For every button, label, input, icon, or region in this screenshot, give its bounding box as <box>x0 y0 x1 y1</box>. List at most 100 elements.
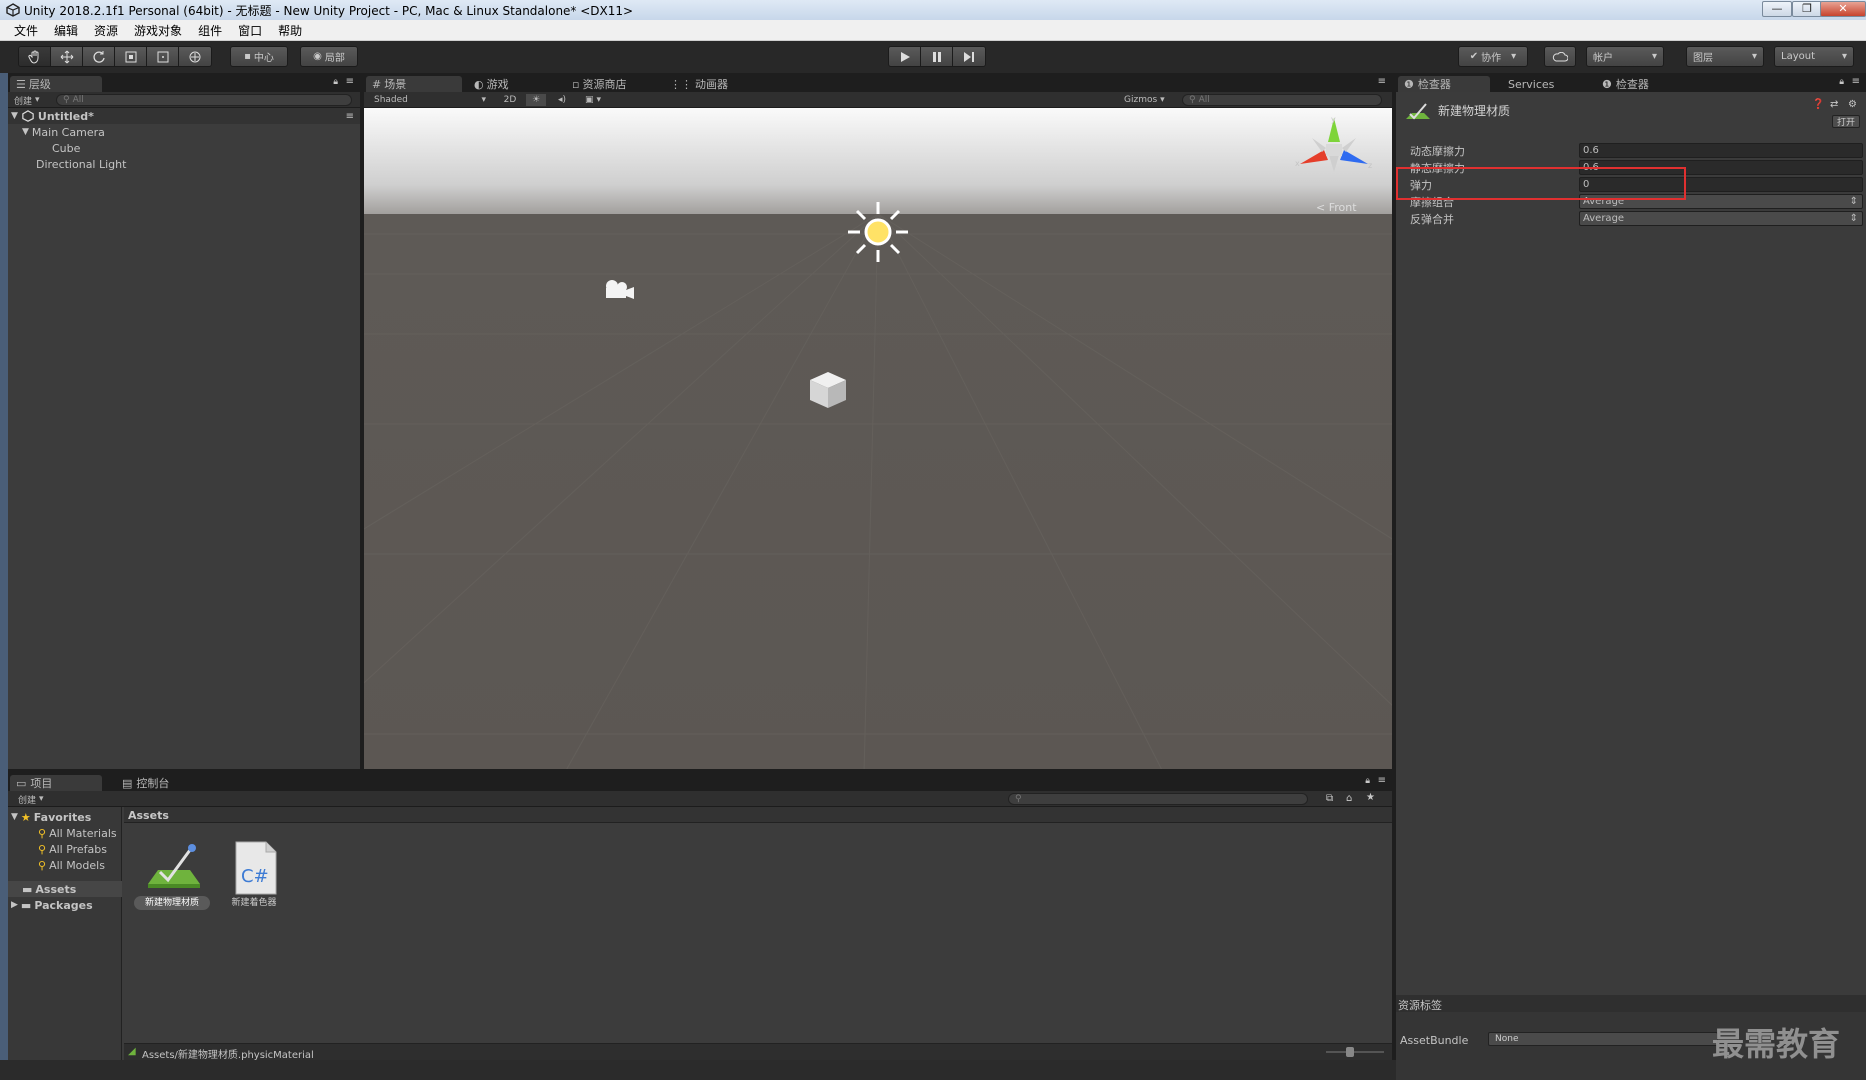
rect-tool-button[interactable] <box>147 47 179 66</box>
bounce-combine-dropdown[interactable]: Average ⇕ <box>1579 211 1863 226</box>
scene-row[interactable]: ▼ Untitled* ≡ <box>8 108 360 124</box>
panel-menu-icon[interactable]: ≡ <box>1852 76 1860 87</box>
view-label[interactable]: < Front <box>1316 201 1357 214</box>
favorite-item[interactable]: ⚲ All Models <box>8 857 105 873</box>
hierarchy-search-input[interactable]: ⚲ All <box>56 94 352 106</box>
csharp-glyph: C# <box>241 866 269 887</box>
create-dropdown[interactable]: 创建 ▾ <box>18 793 44 806</box>
panel-menu-icon[interactable]: ≡ <box>346 76 354 87</box>
lighting-toggle[interactable]: ☀ <box>526 94 546 106</box>
orientation-gizmo[interactable]: y x z <box>1294 116 1374 186</box>
grid-lines <box>364 214 1392 769</box>
preset-icon[interactable]: ⇄ <box>1830 99 1838 110</box>
directional-light-icon[interactable] <box>846 200 910 264</box>
pause-button[interactable] <box>921 47 953 66</box>
assetbundle-dropdown[interactable]: None <box>1488 1032 1718 1046</box>
zoom-slider[interactable] <box>1326 1051 1384 1053</box>
tab-project[interactable]: ▭ 项目 <box>10 775 102 791</box>
effects-dropdown[interactable]: ▣ ▾ <box>578 94 608 106</box>
space-toggle[interactable]: ◉ 局部 <box>300 46 358 67</box>
create-dropdown[interactable]: 创建 ▾ <box>14 94 40 107</box>
menu-edit[interactable]: 编辑 <box>46 22 86 39</box>
step-button[interactable] <box>953 47 985 66</box>
pivot-toggle[interactable]: ▪ 中心 <box>230 46 288 67</box>
lock-icon[interactable]: 🔒︎ <box>333 77 338 87</box>
transform-tool-button[interactable] <box>179 47 211 66</box>
asset-labels-header: 资源标签 <box>1396 995 1866 1012</box>
packages-root-row[interactable]: ▶ ▬ Packages <box>8 897 93 913</box>
asset-tile[interactable]: C# 新建着色器 <box>216 840 292 910</box>
menu-help[interactable]: 帮助 <box>270 22 310 39</box>
assets-root-row[interactable]: ▬ Assets <box>8 881 122 897</box>
dropdown-arrow-icon: ▾ <box>481 95 486 105</box>
axis-y-label: y <box>1331 116 1336 124</box>
tag-icon[interactable]: ⌂ <box>1346 793 1352 804</box>
layers-dropdown[interactable]: 图层 ▾ <box>1686 46 1764 67</box>
image-icon: ▣ <box>584 95 594 105</box>
project-search-input[interactable]: ⚲ <box>1008 793 1308 805</box>
collab-dropdown[interactable]: ✔ 协作 ▾ <box>1458 46 1528 67</box>
favorites-row[interactable]: ▼ ★ Favorites <box>8 809 91 825</box>
cube-object[interactable] <box>808 370 848 410</box>
gear-icon[interactable]: ⚙ <box>1848 99 1857 110</box>
rect-icon <box>157 51 168 62</box>
layout-dropdown[interactable]: Layout ▾ <box>1774 46 1854 67</box>
dynamic-friction-field[interactable]: 0.6 <box>1579 143 1863 158</box>
tab-console[interactable]: ▤ 控制台 <box>116 775 169 791</box>
property-row: 反弹合并 Average ⇕ <box>1396 210 1866 227</box>
help-icon[interactable]: ❓ <box>1812 99 1824 110</box>
tab-game[interactable]: ◐ 游戏 <box>468 76 509 92</box>
menu-gameobject[interactable]: 游戏对象 <box>126 22 190 39</box>
gizmos-dropdown[interactable]: Gizmos ▾ <box>1124 94 1165 106</box>
item-label: Cube <box>52 141 81 155</box>
audio-toggle[interactable]: ◂) <box>552 94 572 106</box>
inspector-tabbar: ❶ 检查器 Services ❶ 检查器 🔒︎ ≡ <box>1396 75 1866 92</box>
check-icon: ✔ <box>1469 51 1479 62</box>
cloud-button[interactable] <box>1544 46 1576 67</box>
menu-file[interactable]: 文件 <box>0 22 46 39</box>
tab-inspector-2[interactable]: ❶ 检查器 <box>1596 76 1649 92</box>
hand-tool-button[interactable] <box>19 47 51 66</box>
favorite-item[interactable]: ⚲ All Prefabs <box>8 841 107 857</box>
menu-component[interactable]: 组件 <box>190 22 230 39</box>
tab-scene[interactable]: # 场景 <box>366 76 462 92</box>
favorite-item[interactable]: ⚲ All Materials <box>8 825 117 841</box>
filter-type-icon[interactable]: ⧉ <box>1326 793 1333 804</box>
scene-viewport[interactable]: y x z < Front <box>364 108 1392 769</box>
lock-icon[interactable]: 🔒︎ <box>1365 776 1370 786</box>
scale-tool-button[interactable] <box>115 47 147 66</box>
minimize-button[interactable]: — <box>1762 1 1792 17</box>
panel-menu-icon[interactable]: ≡ <box>1378 76 1386 87</box>
star-icon[interactable]: ★ <box>1366 792 1375 803</box>
search-icon: ⚲ <box>38 842 47 856</box>
move-tool-button[interactable] <box>51 47 83 66</box>
zoom-slider-thumb[interactable] <box>1346 1047 1354 1057</box>
maximize-button[interactable]: ❐ <box>1792 1 1822 17</box>
menu-window[interactable]: 窗口 <box>230 22 270 39</box>
menu-assets[interactable]: 资源 <box>86 22 126 39</box>
account-dropdown[interactable]: 帐户 ▾ <box>1586 46 1664 67</box>
close-button[interactable]: ✕ <box>1820 1 1866 17</box>
camera-icon[interactable] <box>602 278 636 302</box>
tab-inspector[interactable]: ❶ 检查器 <box>1398 76 1490 92</box>
2d-toggle[interactable]: 2D <box>500 94 520 106</box>
shading-dropdown[interactable]: Shaded ▾ <box>374 94 486 106</box>
lock-icon[interactable]: 🔒︎ <box>1839 77 1844 87</box>
tab-hierarchy[interactable]: ☰ 层级 <box>10 76 102 92</box>
asset-tile[interactable]: 新建物理材质 <box>134 840 210 910</box>
tab-asset-store[interactable]: ▫ 资源商店 <box>566 76 626 92</box>
scene-search-input[interactable]: ⚲ All <box>1182 94 1382 106</box>
hierarchy-item[interactable]: Directional Light <box>8 156 360 172</box>
breadcrumb-item[interactable]: Assets <box>128 809 169 822</box>
play-button[interactable] <box>889 47 921 66</box>
scene-menu-icon[interactable]: ≡ <box>346 111 354 122</box>
hierarchy-item[interactable]: Cube <box>8 140 360 156</box>
tab-services[interactable]: Services <box>1498 76 1554 92</box>
tab-animator[interactable]: ⋮⋮ 动画器 <box>664 76 728 92</box>
open-button[interactable]: 打开 <box>1832 115 1860 128</box>
dropdown-arrow-icon: ▾ <box>596 95 602 105</box>
panel-menu-icon[interactable]: ≡ <box>1378 775 1386 786</box>
hierarchy-item[interactable]: ▼ Main Camera <box>8 124 360 140</box>
menu-bar: 文件 编辑 资源 游戏对象 组件 窗口 帮助 <box>0 20 1866 41</box>
rotate-tool-button[interactable] <box>83 47 115 66</box>
